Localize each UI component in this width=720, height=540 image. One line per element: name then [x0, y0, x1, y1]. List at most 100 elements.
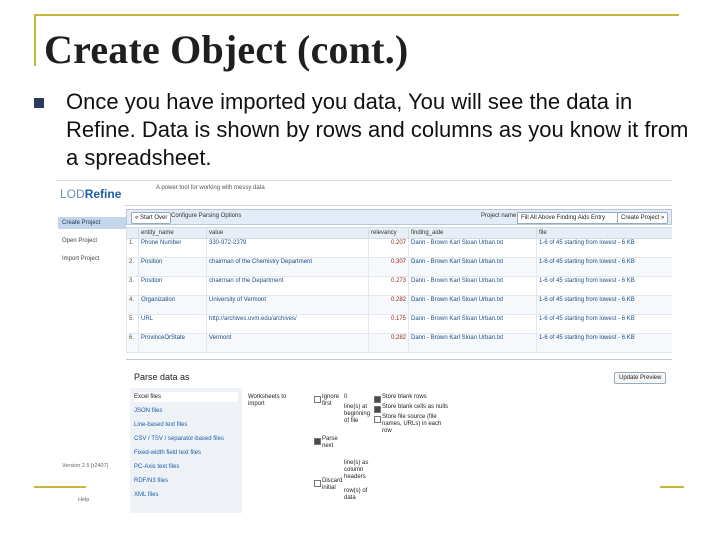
toolbar: « Start Over Configure Parsing Options P…: [126, 209, 672, 225]
parse-title: Parse data as: [134, 372, 190, 382]
table-row: 4. Organization University of Vermont 0.…: [126, 295, 672, 315]
footer-rule-left: [34, 486, 86, 488]
discard-label: Discard initial: [322, 478, 343, 491]
ignore-checkbox[interactable]: [314, 396, 321, 403]
format-list: Excel files JSON files Line-based text f…: [130, 388, 242, 513]
format-pc-axis[interactable]: PC-Axis text files: [134, 462, 238, 472]
refine-screenshot: LODRefine A power tool for working with …: [56, 180, 672, 513]
slide-title: Create Object (cont.): [44, 27, 409, 72]
format-json[interactable]: JSON files: [134, 406, 238, 416]
cell-entity: ProvinceOrState: [138, 333, 207, 353]
bullet-text: Once you have imported you data, You wil…: [66, 89, 689, 170]
project-name-label: Project name: [481, 213, 517, 219]
cell-file: 1-6 of 45 starting from lowest - 6 KB: [536, 295, 672, 315]
cell-entity: URL: [138, 314, 207, 334]
column-header: entity_name: [138, 227, 207, 239]
store-blank-rows-label: Store blank rows: [382, 394, 427, 400]
row-number: 2.: [126, 257, 139, 277]
cell-finding-aide: Dann - Brown Karl Sloan Urban.txt: [408, 295, 537, 315]
cell-relevancy: 0.282: [368, 333, 409, 353]
rows-label: row(s) of data: [344, 488, 368, 501]
store-blank-cells-label: Store blank cells as nulls: [382, 404, 449, 410]
cell-value: University of Vermont: [206, 295, 369, 315]
row-number: 3.: [126, 276, 139, 296]
sidebar: Create Project Open Project Import Proje…: [56, 205, 126, 513]
cell-file: 1-6 of 45 starting from lowest - 6 KB: [536, 238, 672, 258]
parse-next-label: Parse next: [322, 436, 338, 449]
bullet-marker: [34, 98, 44, 108]
app-logo: LODRefine: [60, 187, 122, 201]
cell-relevancy: 0.282: [368, 295, 409, 315]
cell-file: 1-6 of 45 starting from lowest - 6 KB: [536, 314, 672, 334]
row-number: 1.: [126, 238, 139, 258]
table-row: 3. Position chairman of the Department 0…: [126, 276, 672, 296]
cell-value: 330-972-2379: [206, 238, 369, 258]
worksheets-label: Worksheets to import: [248, 394, 287, 407]
cell-entity: Phone Number: [138, 238, 207, 258]
cell-entity: Position: [138, 276, 207, 296]
format-excel[interactable]: Excel files: [134, 392, 238, 402]
row-number: 6.: [126, 333, 139, 353]
cell-file: 1-6 of 45 starting from lowest - 6 KB: [536, 257, 672, 277]
cell-finding-aide: Dann - Brown Karl Sloan Urban.txt: [408, 257, 537, 277]
row-number: 4.: [126, 295, 139, 315]
discard-checkbox[interactable]: [314, 480, 321, 487]
cell-value: Vermont: [206, 333, 369, 353]
update-preview-button[interactable]: Update Preview: [614, 372, 667, 384]
cell-file: 1-6 of 45 starting from lowest - 6 KB: [536, 333, 672, 353]
format-rdf-n3[interactable]: RDF/N3 files: [134, 476, 238, 486]
store-source-checkbox[interactable]: [374, 416, 381, 423]
cell-relevancy: 0.307: [368, 257, 409, 277]
create-project-button[interactable]: Create Project »: [617, 212, 669, 224]
format-csv-tsv[interactable]: CSV / TSV / separator-based files: [134, 434, 238, 444]
sidebar-item-create-project[interactable]: Create Project: [58, 217, 126, 229]
headers-label: line(s) as column headers: [344, 460, 369, 480]
column-header: relevancy: [368, 227, 409, 239]
column-header: file: [536, 227, 672, 239]
format-fixed-width[interactable]: Fixed-width field text files: [134, 448, 238, 458]
app-tagline: A power tool for working with messy data: [156, 185, 265, 191]
column-header: [126, 227, 139, 239]
format-xml[interactable]: XML files: [134, 490, 238, 500]
store-blank-cells-checkbox[interactable]: [374, 406, 381, 413]
configure-parsing-link[interactable]: Configure Parsing Options: [171, 213, 241, 219]
main-panel: « Start Over Configure Parsing Options P…: [126, 209, 672, 513]
cell-entity: Organization: [138, 295, 207, 315]
start-over-button[interactable]: « Start Over: [131, 212, 172, 224]
ignore-lines-label: line(s) at beginning of file: [344, 404, 371, 424]
cell-value: chairman of the Department: [206, 276, 369, 296]
cell-finding-aide: Dann - Brown Karl Sloan Urban.txt: [408, 238, 537, 258]
footer-rule-right: [660, 486, 684, 488]
cell-relevancy: 0.207: [368, 238, 409, 258]
cell-relevancy: 0.175: [368, 314, 409, 334]
preview-table: entity_name value relevancy finding_aide…: [126, 227, 672, 353]
column-header: value: [206, 227, 369, 239]
ignore-count[interactable]: 0: [344, 394, 347, 401]
version-text: Version 2.5 [r2407]: [62, 463, 109, 469]
store-blank-rows-checkbox[interactable]: [374, 396, 381, 403]
app-header: LODRefine A power tool for working with …: [56, 181, 672, 206]
cell-finding-aide: Dann - Brown Karl Sloan Urban.txt: [408, 276, 537, 296]
title-frame-top: [34, 14, 679, 16]
column-header: finding_aide: [408, 227, 537, 239]
sidebar-item-import-project[interactable]: Import Project: [58, 253, 126, 265]
cell-finding-aide: Dann - Brown Karl Sloan Urban.txt: [408, 333, 537, 353]
format-line-based[interactable]: Line-based text files: [134, 420, 238, 430]
row-number: 5.: [126, 314, 139, 334]
cell-finding-aide: Dann - Brown Karl Sloan Urban.txt: [408, 314, 537, 334]
table-row: 1. Phone Number 330-972-2379 0.207 Dann …: [126, 238, 672, 258]
cell-entity: Position: [138, 257, 207, 277]
cell-relevancy: 0.273: [368, 276, 409, 296]
cell-value: chairman of the Chemistry Department: [206, 257, 369, 277]
cell-file: 1-6 of 45 starting from lowest - 6 KB: [536, 276, 672, 296]
parse-next-checkbox[interactable]: [314, 438, 321, 445]
title-frame-left: [34, 14, 36, 66]
table-row: 2. Position chairman of the Chemistry De…: [126, 257, 672, 277]
project-name-input[interactable]: Fill All Above Finding Aids Entry: [517, 212, 619, 224]
cell-value: http://archives.uvm.edu/archives/: [206, 314, 369, 334]
table-row: 6. ProvinceOrState Vermont 0.282 Dann - …: [126, 333, 672, 353]
store-source-label: Store file source (file names, URLs) in …: [382, 414, 442, 434]
sidebar-item-open-project[interactable]: Open Project: [58, 235, 126, 247]
ignore-label: Ignore first: [322, 394, 340, 407]
parse-panel: Parse data as Update Preview Excel files…: [126, 359, 672, 513]
